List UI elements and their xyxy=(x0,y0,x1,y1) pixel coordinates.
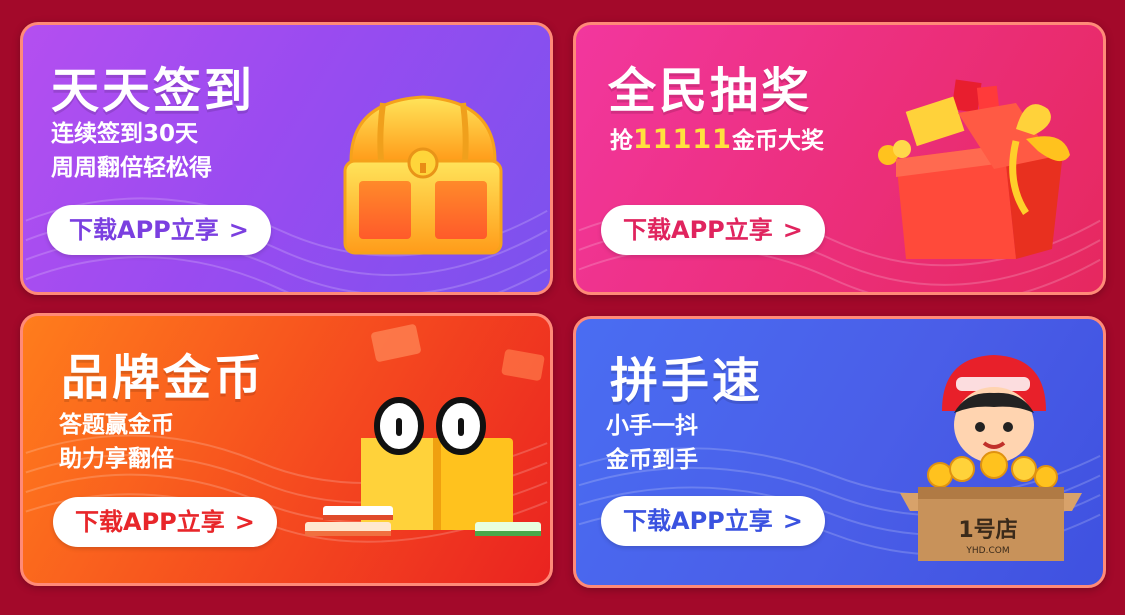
card-brand-coins[interactable]: 品牌金币 答题赢金币 助力享翻倍 下载APP立享 > xyxy=(20,313,553,586)
download-app-button[interactable]: 下载APP立享 > xyxy=(601,205,825,255)
card-title: 拼手速 xyxy=(610,353,764,409)
download-app-button[interactable]: 下载APP立享 > xyxy=(601,496,825,546)
download-app-button[interactable]: 下载APP立享 > xyxy=(47,205,271,255)
subtitle-suffix: 金币大奖 xyxy=(731,128,824,154)
book-with-eyes-icon xyxy=(305,324,545,536)
button-label: 下载APP立享 xyxy=(623,216,773,244)
box-caption: YHD.COM xyxy=(965,546,1009,556)
download-app-button[interactable]: 下载APP立享 > xyxy=(53,497,277,547)
chevron-right-icon: > xyxy=(228,216,249,244)
card-subtitle-line2: 金币到手 xyxy=(606,447,698,473)
courier-with-coin-box-icon: 1号店 YHD.COM xyxy=(900,355,1082,561)
card-subtitle-line2: 助力享翻倍 xyxy=(59,446,174,472)
box-logo: 1号店 xyxy=(958,518,1017,543)
button-label: 下载APP立享 xyxy=(69,216,219,244)
chevron-right-icon: > xyxy=(234,508,255,536)
button-label: 下载APP立享 xyxy=(75,508,225,536)
card-lottery[interactable]: 全民抽奖 抢11111金币大奖 下载APP立享 > xyxy=(573,22,1106,295)
card-daily-checkin[interactable]: 天天签到 连续签到30天 周周翻倍轻松得 下载APP立享 > xyxy=(20,22,553,295)
card-subtitle-line2: 周周翻倍轻松得 xyxy=(51,155,212,181)
card-subtitle-line1: 抢11111金币大奖 xyxy=(610,123,824,158)
card-subtitle-line1: 连续签到30天 xyxy=(51,121,199,147)
subtitle-prefix: 抢 xyxy=(610,128,633,154)
chevron-right-icon: > xyxy=(782,507,803,535)
card-speed[interactable]: 拼手速 小手一抖 金币到手 下载APP立享 > 1号店 YHD.COM xyxy=(573,316,1106,588)
card-subtitle-line1: 答题赢金币 xyxy=(59,412,174,438)
card-title: 品牌金币 xyxy=(61,350,266,406)
card-title: 全民抽奖 xyxy=(608,63,813,119)
button-label: 下载APP立享 xyxy=(623,507,773,535)
card-title: 天天签到 xyxy=(51,63,256,119)
card-subtitle-line1: 小手一抖 xyxy=(606,413,698,439)
prize-amount: 11111 xyxy=(633,124,732,155)
treasure-chest-icon xyxy=(343,95,503,255)
chevron-right-icon: > xyxy=(782,216,803,244)
gift-box-icon xyxy=(878,79,1070,259)
